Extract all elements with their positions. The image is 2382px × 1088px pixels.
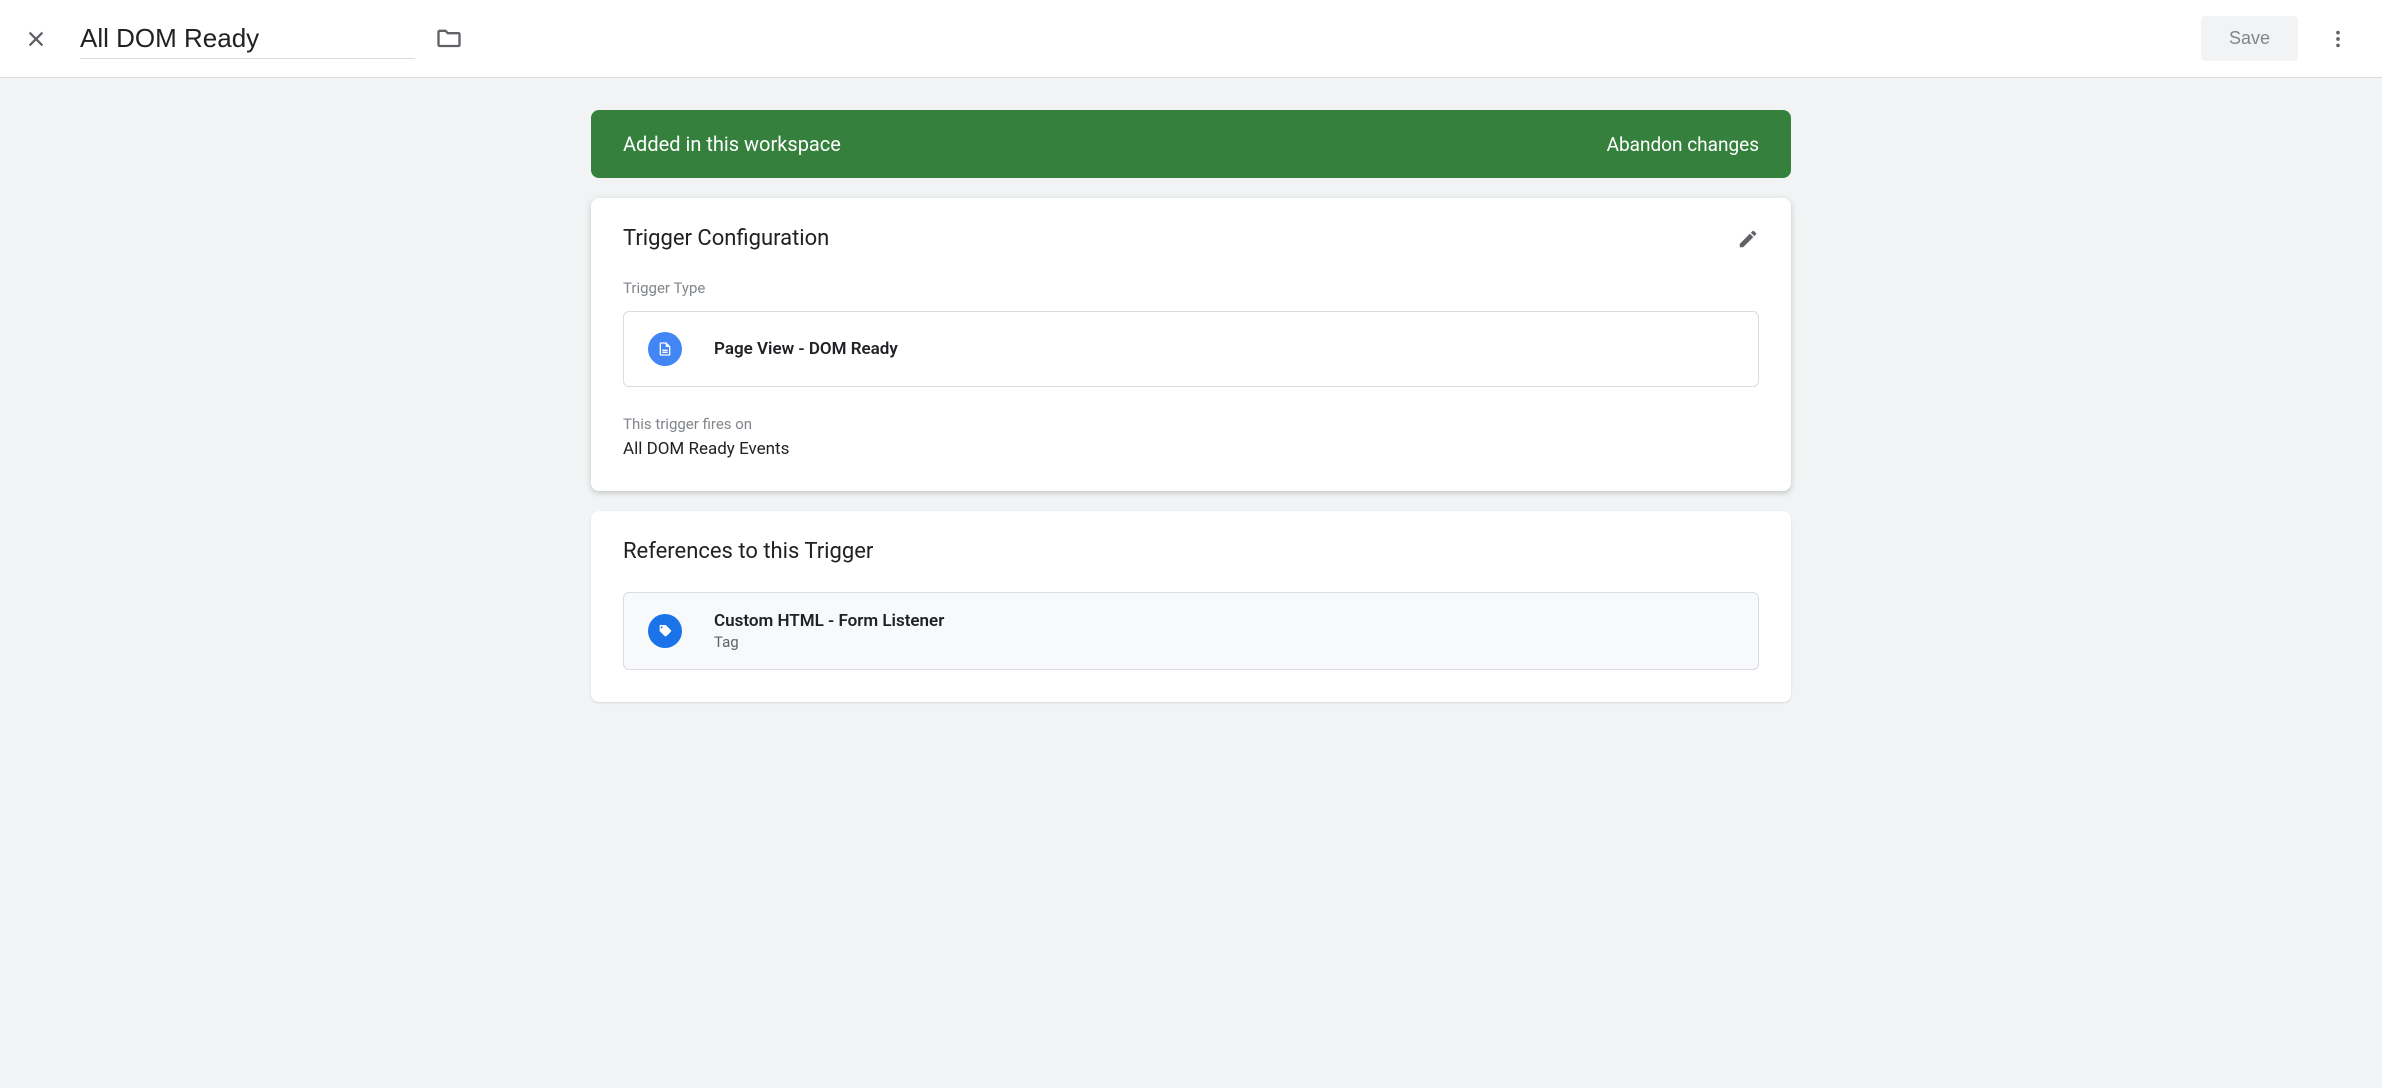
more-menu-button[interactable] [2318,19,2358,59]
pencil-icon [1737,228,1759,250]
folder-button[interactable] [435,25,463,53]
fires-on-value: All DOM Ready Events [623,439,1759,459]
page-view-icon [648,332,682,366]
trigger-type-name: Page View - DOM Ready [714,339,898,359]
reference-type: Tag [714,633,944,651]
references-card: References to this Trigger Custom HTML -… [591,511,1791,702]
edit-trigger-button[interactable] [1737,228,1759,250]
abandon-changes-link[interactable]: Abandon changes [1607,133,1759,156]
trigger-type-box[interactable]: Page View - DOM Ready [623,311,1759,387]
tag-icon [648,614,682,648]
folder-icon [435,25,463,53]
trigger-type-label: Trigger Type [623,279,1759,297]
fires-on-label: This trigger fires on [623,415,1759,433]
trigger-configuration-card: Trigger Configuration Trigger Type Page … [591,198,1791,491]
reference-name: Custom HTML - Form Listener [714,611,944,631]
main-content: Added in this workspace Abandon changes … [591,78,1791,754]
trigger-name-input[interactable] [80,19,415,59]
close-icon [25,28,47,50]
reference-item[interactable]: Custom HTML - Form Listener Tag [623,592,1759,670]
workspace-status-message: Added in this workspace [623,132,841,156]
page-header: Save [0,0,2382,78]
save-button[interactable]: Save [2201,16,2298,61]
workspace-status-banner: Added in this workspace Abandon changes [591,110,1791,178]
close-button[interactable] [24,27,48,51]
more-vertical-icon [2327,28,2349,50]
references-title: References to this Trigger [623,539,873,564]
trigger-configuration-title: Trigger Configuration [623,226,829,251]
